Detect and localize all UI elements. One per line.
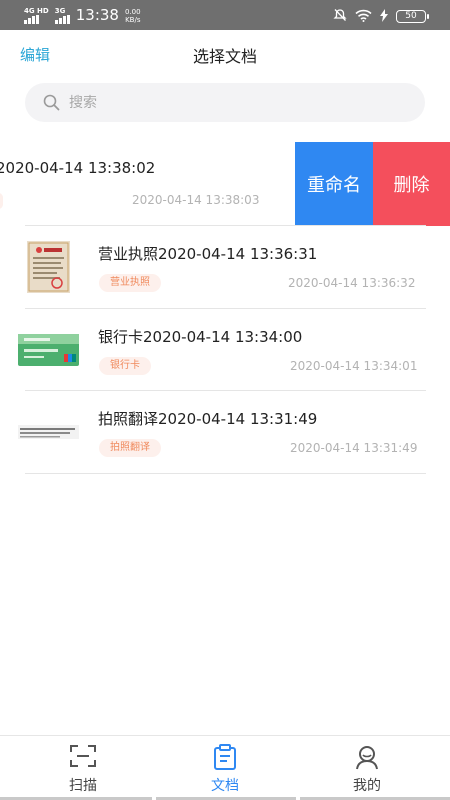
list-item[interactable]: 拍照翻译2020-04-14 13:31:49 拍照翻译 2020-04-14 … [0, 391, 450, 473]
document-tag: 拍照翻译 [99, 439, 161, 457]
battery-icon: 50 [396, 10, 429, 23]
divider [25, 473, 426, 474]
status-bar: 4G HD 3G 13:38 0.00 KB/s 50 [0, 0, 450, 30]
delete-button[interactable]: 删除 [373, 142, 450, 226]
document-tag: 银行卡 [99, 357, 151, 375]
document-time: 2020-04-14 13:34:01 [290, 359, 418, 373]
status-clock: 13:38 [75, 6, 119, 24]
list-item-swiped[interactable]: 2020-04-14 13:38:02 2020-04-14 13:38:03 … [0, 142, 450, 226]
network-4g: 4G HD [24, 8, 49, 24]
nav-item-scan[interactable]: 扫描 [8, 736, 158, 800]
search-input[interactable] [69, 91, 399, 114]
battery-level: 50 [405, 11, 417, 21]
wifi-icon [355, 7, 372, 26]
nav-label-scan: 扫描 [69, 778, 97, 794]
document-time: 2020-04-14 13:38:03 [132, 193, 260, 207]
network-speed: 0.00 KB/s [125, 8, 141, 24]
business-license-thumbnail [27, 241, 70, 293]
list-item[interactable]: 营业执照2020-04-14 13:36:31 营业执照 2020-04-14 … [0, 226, 450, 308]
search-icon [43, 94, 60, 111]
scan-icon [70, 745, 96, 767]
document-title: 银行卡2020-04-14 13:34:00 [98, 328, 303, 346]
network-4g-label: 4G HD [24, 7, 49, 15]
profile-icon [356, 746, 378, 770]
document-title: 营业执照2020-04-14 13:36:31 [98, 245, 318, 263]
network-3g-label: 3G [54, 7, 66, 15]
document-time: 2020-04-14 13:36:32 [288, 276, 416, 290]
nav-item-profile[interactable]: 我的 [292, 736, 442, 800]
speed-unit: KB/s [125, 16, 141, 24]
document-title: 2020-04-14 13:38:02 [0, 159, 156, 177]
document-icon [214, 744, 236, 770]
page-title: 选择文档 [192, 47, 257, 66]
charging-icon [380, 7, 388, 26]
signal-bars-icon [24, 15, 39, 24]
tag-edge [0, 193, 3, 209]
nav-item-documents[interactable]: 文档 [150, 736, 300, 800]
signal-bars-icon [54, 15, 70, 24]
network-3g: 3G [54, 7, 70, 24]
document-title: 拍照翻译2020-04-14 13:31:49 [98, 410, 318, 428]
header: 编辑 选择文档 [0, 30, 450, 76]
bottom-nav: 扫描 文档 我的 [0, 735, 450, 800]
document-tag: 营业执照 [99, 274, 161, 292]
rename-button[interactable]: 重命名 [295, 142, 373, 226]
text-photo-thumbnail [18, 425, 79, 439]
speed-value: 0.00 [124, 8, 141, 16]
nav-label-documents: 文档 [211, 778, 239, 794]
document-time: 2020-04-14 13:31:49 [290, 441, 418, 455]
bank-card-thumbnail [18, 334, 79, 366]
list-item[interactable]: 银行卡2020-04-14 13:34:00 银行卡 2020-04-14 13… [0, 309, 450, 391]
nav-label-profile: 我的 [353, 778, 381, 794]
search-bar[interactable] [25, 83, 425, 122]
mute-icon [333, 7, 347, 26]
